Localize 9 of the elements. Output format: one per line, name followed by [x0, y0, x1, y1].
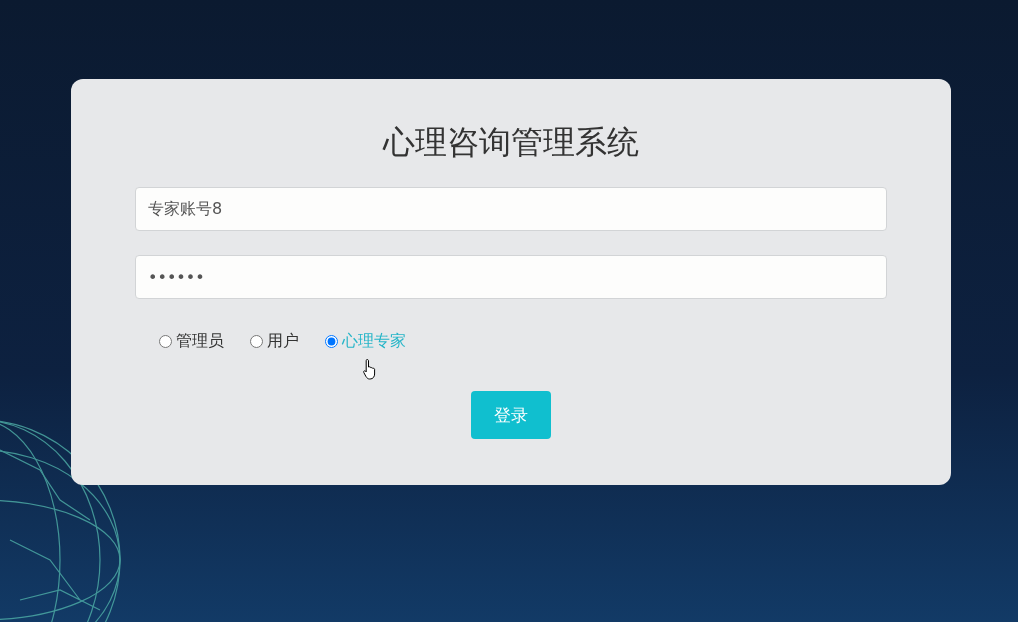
- hand-cursor-icon: [363, 358, 377, 380]
- system-title: 心理咨询管理系统: [381, 123, 640, 162]
- role-radio[interactable]: [250, 334, 263, 348]
- role-label[interactable]: 用户: [267, 329, 299, 354]
- role-label[interactable]: 管理员: [176, 329, 224, 354]
- role-radio[interactable]: [325, 334, 338, 348]
- account-field[interactable]: 专家账号8: [135, 187, 887, 232]
- role-radio[interactable]: [159, 334, 172, 348]
- password-field[interactable]: ••••••: [135, 255, 887, 300]
